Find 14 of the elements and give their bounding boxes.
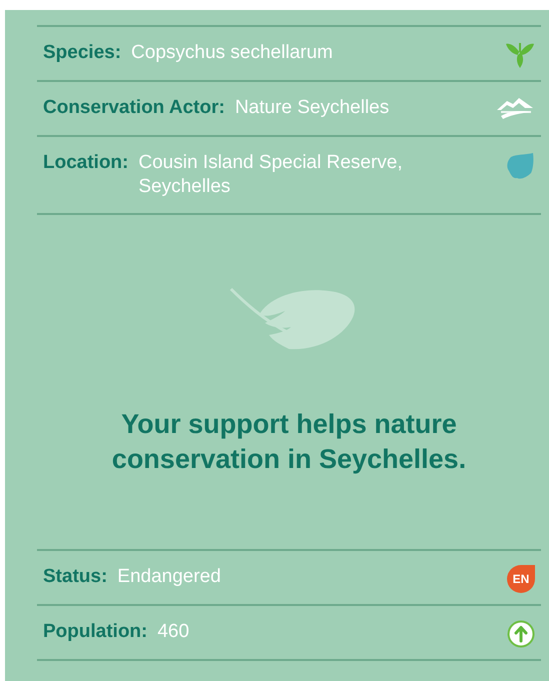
field-label: Population: [43, 620, 148, 644]
mountain-logo-icon [495, 96, 535, 120]
field-label: Conservation Actor: [43, 96, 225, 120]
field-label: Status: [43, 565, 108, 589]
field-value: Copsychus sechellarum [131, 41, 334, 65]
field-value: Nature Seychelles [234, 96, 390, 120]
field-value: Cousin Island Special Reserve, Seychelles [138, 151, 404, 199]
field-value: 460 [157, 620, 190, 644]
status-badge: EN [507, 565, 535, 593]
field-label: Species: [43, 41, 122, 65]
support-message: Your support helps nature conservation in Seychelles. [110, 408, 468, 476]
field-value: Endangered [117, 565, 222, 589]
field-label: Location: [43, 151, 128, 175]
plant-icon [505, 41, 535, 69]
